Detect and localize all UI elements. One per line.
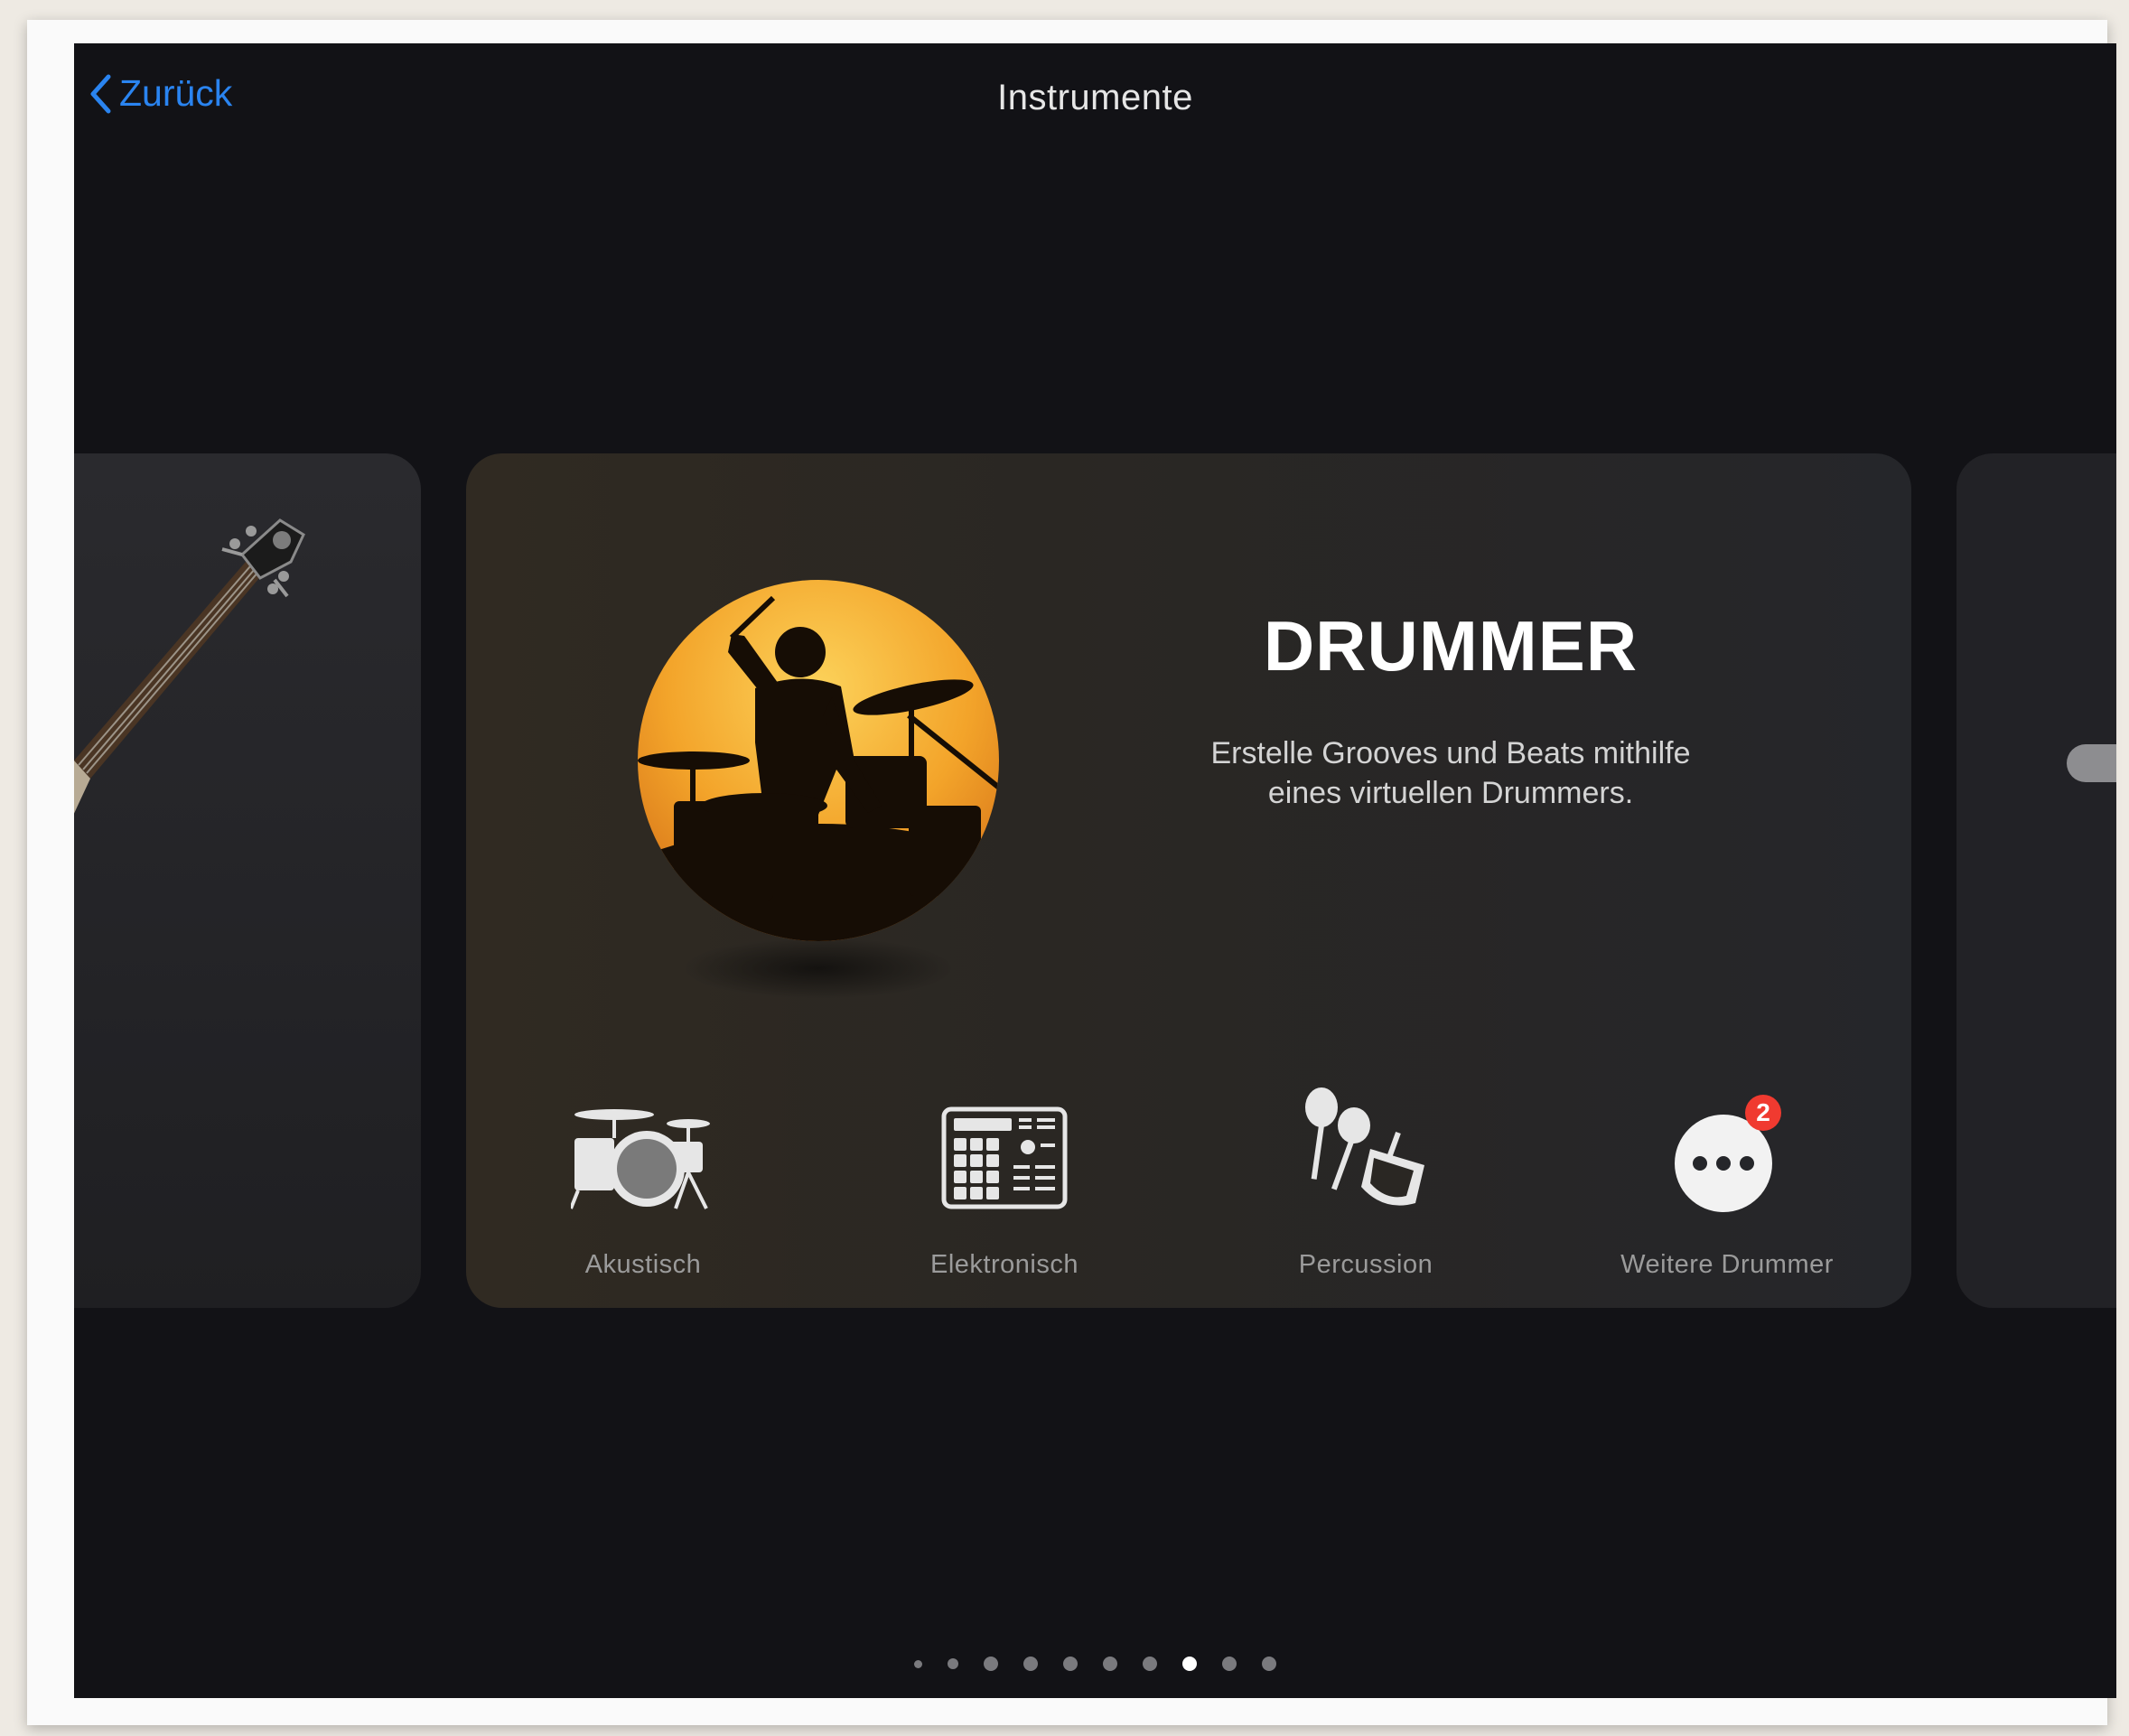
page-control[interactable] <box>74 1653 2116 1675</box>
page-dot[interactable] <box>1182 1657 1197 1671</box>
slider-handle <box>2067 744 2116 782</box>
category-acoustic[interactable]: Akustisch <box>508 1104 779 1284</box>
acoustic-drumkit-icon <box>571 1109 710 1209</box>
drummer-categories: Akustisch Elektronisch Percussion 2 Weit… <box>466 1087 1911 1284</box>
category-label: Akustisch <box>584 1250 702 1279</box>
page-dot[interactable] <box>1063 1657 1078 1671</box>
category-electronic[interactable]: Elektronisch <box>869 1104 1140 1284</box>
page-dot[interactable] <box>984 1657 998 1671</box>
card-title: DRUMMER <box>1263 606 1639 686</box>
drummer-illustration <box>638 580 999 999</box>
page-dot[interactable] <box>1222 1657 1237 1671</box>
category-label: Weitere Drummer <box>1620 1250 1834 1279</box>
page-dot[interactable] <box>914 1659 922 1668</box>
app-screen: Zurück Instrumente DRUMMER Erstelle Groo… <box>74 43 2116 1698</box>
page-dot[interactable] <box>1023 1657 1038 1671</box>
instrument-card-bass[interactable] <box>74 453 421 1308</box>
category-percussion[interactable]: Percussion <box>1230 1087 1501 1284</box>
instrument-card-drummer[interactable]: DRUMMER Erstelle Grooves und Beats mithi… <box>466 453 1911 1308</box>
category-label: Elektronisch <box>930 1250 1079 1279</box>
page-title: Instrumente <box>997 78 1193 117</box>
page-dot[interactable] <box>1103 1657 1117 1671</box>
card-description: Erstelle Grooves und Beats mithilfe eine… <box>1210 736 1691 810</box>
instrument-card-next[interactable] <box>1956 453 2116 1308</box>
percussion-icon <box>1305 1087 1424 1206</box>
screenshot-frame: Zurück Instrumente DRUMMER Erstelle Groo… <box>27 20 2116 1725</box>
drum-machine-icon <box>941 1106 1068 1209</box>
category-more-drummers[interactable]: 2 Weitere Drummer <box>1592 1095 1863 1284</box>
page-dot[interactable] <box>1143 1657 1157 1671</box>
page-dot[interactable] <box>1262 1657 1276 1671</box>
notification-badge: 2 <box>1745 1095 1781 1131</box>
category-label: Percussion <box>1298 1250 1433 1279</box>
page-dot[interactable] <box>948 1658 958 1669</box>
bass-guitar-icon <box>74 518 305 814</box>
